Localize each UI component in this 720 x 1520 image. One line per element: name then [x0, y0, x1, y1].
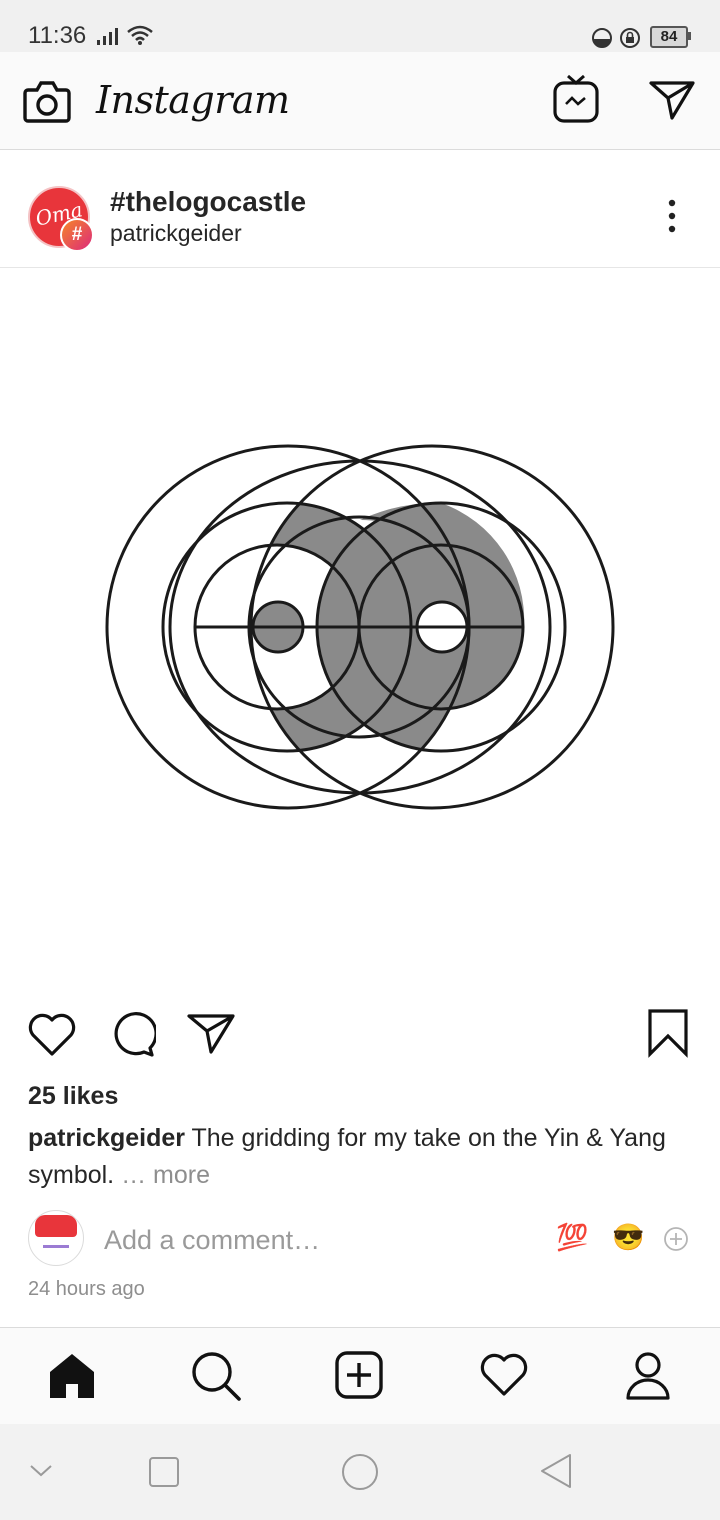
emoji-100-button[interactable]: 💯 [556, 1222, 588, 1253]
battery-tip [688, 32, 691, 40]
direct-message-icon[interactable] [648, 78, 696, 122]
bookmark-icon[interactable] [646, 1008, 690, 1058]
home-icon[interactable] [48, 1352, 96, 1400]
instagram-logo: Instagram [96, 78, 290, 122]
yin-yang-grid-drawing [105, 444, 615, 810]
status-time: 11:36 [28, 22, 87, 49]
user-avatar [28, 1210, 84, 1266]
post-header [0, 150, 720, 268]
battery-indicator: 84 [650, 26, 688, 48]
post-image[interactable] [0, 268, 720, 988]
wifi-icon [127, 25, 153, 45]
camera-icon[interactable] [22, 78, 72, 124]
add-emoji-icon[interactable] [663, 1226, 689, 1252]
activity-heart-icon[interactable] [478, 1352, 530, 1398]
chevron-down-icon[interactable] [28, 1462, 54, 1480]
post-username[interactable]: patrickgeider [110, 220, 242, 247]
cell-signal-icon [97, 28, 118, 45]
profile-icon[interactable] [624, 1350, 672, 1402]
avatar-line [43, 1245, 69, 1248]
emoji-cool-button[interactable]: 😎 [612, 1222, 644, 1253]
share-icon[interactable] [186, 1012, 236, 1056]
home-button-icon[interactable] [340, 1452, 380, 1492]
search-icon[interactable] [190, 1350, 242, 1402]
rotation-lock-icon [620, 28, 640, 48]
post-hashtag[interactable]: #thelogocastle [110, 186, 306, 218]
igtv-icon[interactable] [552, 72, 600, 124]
post-timestamp: 24 hours ago [28, 1278, 145, 1300]
add-comment-input[interactable]: Add a comment… [104, 1225, 320, 1256]
like-heart-icon[interactable] [26, 1012, 78, 1058]
recent-apps-icon[interactable] [148, 1456, 180, 1488]
likes-count[interactable]: 25 likes [28, 1082, 118, 1111]
data-saver-icon [592, 28, 612, 48]
caption-username[interactable]: patrickgeider [28, 1124, 185, 1152]
caption-more-link[interactable]: … more [114, 1161, 210, 1189]
comment-icon[interactable] [108, 1012, 156, 1058]
back-icon[interactable] [538, 1452, 574, 1490]
more-options-icon[interactable] [662, 198, 682, 234]
avatar-red-blob [35, 1215, 77, 1237]
post-caption: patrickgeider The gridding for my take o… [28, 1120, 692, 1194]
hashtag-badge: # [60, 218, 94, 252]
new-post-icon[interactable] [334, 1350, 384, 1400]
